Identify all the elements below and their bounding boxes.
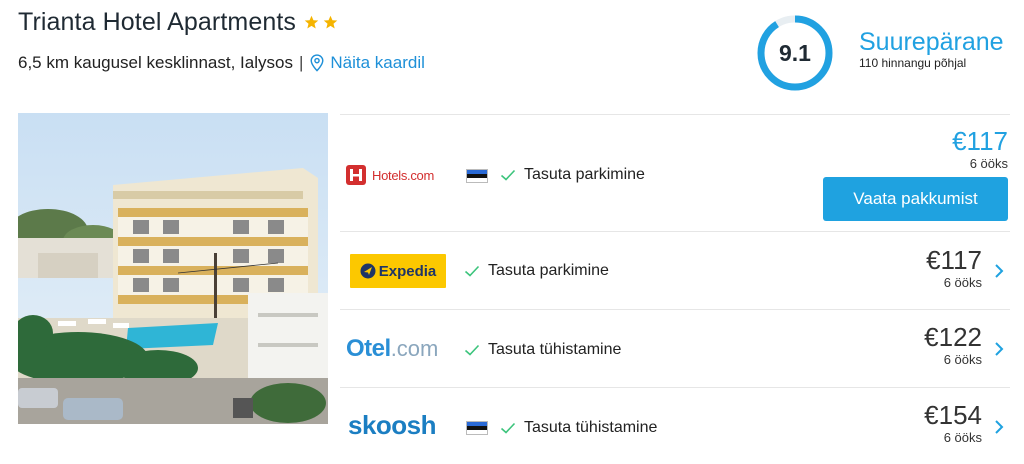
offer-price: €117 <box>926 245 982 275</box>
offer-price-block: €154 6 ööks <box>924 401 982 445</box>
expedia-logo-box: Expedia <box>350 254 446 288</box>
offer-row-expedia[interactable]: Expedia Tasuta parkimine €117 6 ööks <box>340 232 1010 310</box>
offer-nights: 6 ööks <box>969 156 1008 171</box>
hotels-com-h-icon <box>346 165 366 185</box>
check-icon <box>464 265 480 277</box>
hotel-location: 6,5 km kaugusel kesklinnast, Ialysos | N… <box>18 53 425 73</box>
offer-feature-text: Tasuta parkimine <box>524 166 645 183</box>
offer-nights: 6 ööks <box>943 430 982 445</box>
star-icon <box>304 15 319 29</box>
expedia-plane-icon <box>360 263 376 279</box>
rating-score: 9.1 <box>779 39 811 66</box>
hotel-photo-image <box>18 113 328 424</box>
hotel-photo[interactable] <box>18 113 328 424</box>
estonia-flag-icon <box>466 421 488 435</box>
offer-price: €122 <box>924 322 982 352</box>
separator: | <box>298 53 304 72</box>
rating-gauge: 9.1 <box>756 14 834 92</box>
otel-logo-domain: .com <box>390 336 439 361</box>
hotel-name[interactable]: Trianta Hotel Apartments <box>18 8 296 37</box>
offer-nights: 6 ööks <box>943 275 982 290</box>
offer-feature: Tasuta tühistamine <box>464 341 621 359</box>
rating-label: Suurepärane <box>859 28 1004 56</box>
check-icon <box>500 169 516 181</box>
map-pin-icon <box>310 54 324 72</box>
offer-feature: Tasuta tühistamine <box>500 419 657 437</box>
rating-count: 110 hinnangu põhjal <box>859 56 967 70</box>
otel-com-logo: Otel .com <box>346 335 438 363</box>
hotel-title-row: Trianta Hotel Apartments <box>18 8 338 37</box>
check-icon <box>464 344 480 356</box>
rating-widget[interactable]: 9.1 Suurepärane 110 hinnangu põhjal <box>756 14 1004 92</box>
estonia-flag-icon <box>466 169 488 183</box>
offer-feature: Tasuta parkimine <box>500 166 645 184</box>
offer-price-block: €117 6 ööks <box>952 127 1008 171</box>
skoosh-logo: skoosh <box>348 410 437 441</box>
hotel-distance: 6,5 km kaugusel kesklinnast, Ialysos <box>18 53 293 72</box>
offer-nights: 6 ööks <box>943 352 982 367</box>
otel-logo-text: Otel <box>346 335 391 362</box>
star-icon <box>323 15 338 29</box>
skoosh-logo-text: skoosh <box>348 410 437 440</box>
offer-price: €117 <box>952 126 1008 156</box>
offer-row-otel-com[interactable]: Otel .com Tasuta tühistamine €122 6 ööks <box>340 310 1010 388</box>
hotels-com-logo-text: Hotels.com <box>372 167 435 183</box>
offer-price: €154 <box>924 400 982 430</box>
offer-price-block: €122 6 ööks <box>924 323 982 367</box>
hotels-com-logo: Hotels.com <box>346 165 434 185</box>
offers-list: Hotels.com Tasuta parkimine €117 6 ööks … <box>340 114 1010 464</box>
show-on-map-label: Näita kaardil <box>330 53 425 72</box>
offer-price-block: €117 6 ööks <box>926 246 982 290</box>
offer-feature-text: Tasuta tühistamine <box>488 341 622 358</box>
offer-feature: Tasuta parkimine <box>464 262 609 280</box>
view-offer-button[interactable]: Vaata pakkumist <box>823 177 1008 221</box>
offer-feature-text: Tasuta parkimine <box>488 262 609 279</box>
rating-text: Suurepärane 110 hinnangu põhjal <box>859 28 1004 70</box>
expedia-logo: Expedia <box>350 254 446 288</box>
offer-row-skoosh[interactable]: skoosh Tasuta tühistamine €154 6 ööks <box>340 388 1010 464</box>
chevron-right-icon[interactable] <box>994 419 1004 435</box>
chevron-right-icon[interactable] <box>994 341 1004 357</box>
expedia-logo-text: Expedia <box>378 262 437 280</box>
chevron-right-icon[interactable] <box>994 263 1004 279</box>
hotel-stars <box>304 15 338 30</box>
check-icon <box>500 422 516 434</box>
show-on-map-link[interactable]: Näita kaardil <box>309 53 425 73</box>
offer-row-hotels-com[interactable]: Hotels.com Tasuta parkimine €117 6 ööks … <box>340 115 1010 232</box>
offer-feature-text: Tasuta tühistamine <box>524 419 658 436</box>
